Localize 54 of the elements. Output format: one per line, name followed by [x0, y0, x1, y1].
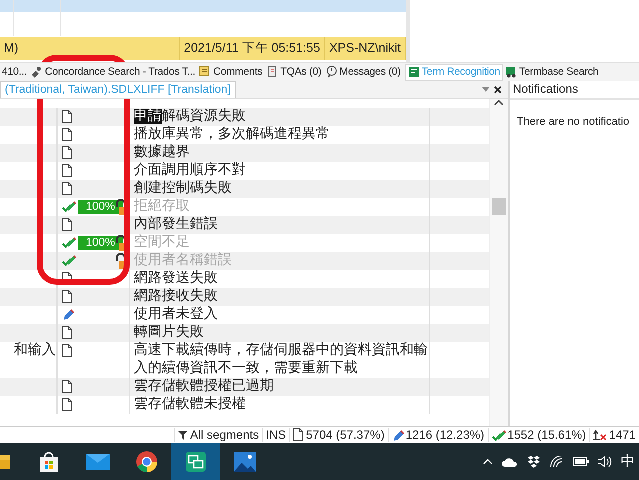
status-text: INS: [266, 428, 286, 442]
battery-icon[interactable]: [573, 457, 589, 466]
box-icon[interactable]: [527, 456, 541, 468]
source-text: 和输入: [14, 343, 56, 358]
envelope-icon[interactable]: [86, 452, 110, 470]
close-icon[interactable]: [494, 86, 502, 94]
cloud-icon[interactable]: [502, 456, 518, 466]
table-cell: XPS-NZ\nikit: [325, 37, 406, 60]
panel-title: Notifications: [510, 81, 639, 100]
dropdown-icon[interactable]: [482, 87, 490, 93]
pencil-icon: [62, 308, 74, 321]
status-text: 1552 (15.61%): [508, 428, 586, 442]
document-icon: [62, 110, 73, 124]
document-icon: [62, 164, 73, 178]
status-text: 1216 (12.23%): [406, 428, 485, 442]
pencil-check-icon: [62, 236, 76, 249]
document-icon: [62, 218, 73, 232]
pencil-icon: [392, 428, 404, 442]
note-icon: [199, 66, 212, 78]
chat-bubbles-icon[interactable]: [184, 450, 206, 472]
empty-message: There are no notificatio: [516, 115, 631, 128]
landscape-icon[interactable]: [234, 452, 256, 472]
pencil-check-icon: [492, 428, 506, 442]
document-icon: [62, 380, 73, 394]
pencil-check-icon: [62, 200, 76, 213]
target-text[interactable]: 雲存儲軟體未授權: [130, 396, 430, 414]
match-badge: 100%: [78, 200, 124, 214]
taskbar-button[interactable]: [171, 443, 220, 480]
document-icon: [62, 128, 73, 142]
speech-bubble-icon: [326, 66, 338, 78]
input-language-indicator[interactable]: 中: [621, 452, 635, 470]
status-text: 1471: [609, 428, 636, 442]
shopping-bag-icon[interactable]: [38, 450, 60, 472]
filter-label[interactable]: All segments: [190, 428, 260, 442]
document-icon: [62, 344, 73, 358]
browser-icon[interactable]: [136, 450, 158, 472]
document-icon: [62, 146, 73, 160]
document-icon: [62, 290, 73, 304]
pencil-check-icon: [62, 254, 76, 267]
table-cell: M): [0, 37, 180, 60]
speaker-icon[interactable]: [598, 456, 612, 468]
document-icon: [62, 182, 73, 196]
status-text: 5704 (57.37%): [306, 428, 385, 442]
scroll-up-icon[interactable]: [494, 99, 504, 107]
rejected-icon: [593, 429, 608, 441]
document-icon: [62, 326, 73, 340]
document-icon: [62, 398, 73, 412]
table-cell: 2021/5/11 下午 05:51:55: [180, 37, 326, 60]
filter-icon: [178, 430, 188, 440]
wifi-icon[interactable]: [550, 456, 564, 468]
match-badge: 100%: [78, 236, 124, 250]
clipboard-icon: [266, 66, 279, 78]
scrollbar-thumb[interactable]: [492, 198, 506, 215]
chevron-up-icon[interactable]: [483, 458, 493, 464]
